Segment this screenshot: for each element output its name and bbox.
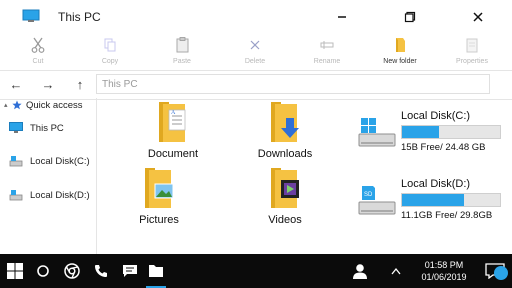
videos-folder-icon (225, 164, 345, 210)
properties-icon (442, 36, 502, 54)
sidebar-item-label: Local Disk(C:) (30, 155, 90, 167)
this-pc-icon (22, 9, 40, 23)
rename-label: Rename (313, 58, 341, 65)
back-button[interactable]: ← (6, 74, 26, 94)
disk-icon (8, 154, 24, 168)
tray-expand-button[interactable] (386, 254, 406, 288)
disk-icon (8, 188, 24, 202)
ribbon-toolbar: Cut Copy Paste Delete Rename New folder (0, 34, 512, 68)
disk-free-text: 11.1GB Free/ 29.8GB (401, 210, 493, 221)
forward-arrow-icon: → (41, 76, 55, 92)
clock[interactable]: 01:58 PM 01/06/2019 (412, 259, 476, 283)
windows-disk-icon (357, 116, 397, 150)
copy-label: Copy (101, 58, 119, 65)
folder-downloads[interactable]: Downloads (225, 98, 345, 160)
expand-arrow-icon: ▴ (4, 102, 8, 109)
message-icon (123, 265, 137, 277)
svg-text:SD: SD (364, 192, 373, 198)
search-circle-button[interactable] (32, 254, 54, 288)
user-button[interactable] (348, 254, 372, 288)
folder-label: Videos (268, 214, 302, 226)
folder-document[interactable]: A Document (113, 98, 233, 160)
x-icon (225, 36, 285, 54)
chrome-button[interactable] (60, 254, 84, 288)
rename-icon (297, 36, 357, 54)
minimize-button[interactable] (330, 6, 354, 28)
disk-usage-bar (401, 125, 501, 139)
up-arrow-icon: ↑ (76, 76, 84, 92)
windows-logo-icon (7, 263, 23, 279)
folder-label: Pictures (139, 214, 179, 226)
folder-videos[interactable]: Videos (225, 164, 345, 226)
folder-icon (149, 265, 163, 277)
circle-icon (37, 265, 49, 277)
quick-access-label: Quick access (26, 99, 83, 111)
delete-label: Delete (244, 58, 266, 65)
new-folder-label: New folder (383, 58, 417, 65)
maximize-button[interactable] (398, 6, 422, 28)
disk-c[interactable]: Local Disk(C:) 15B Free/ 24.48 GB (357, 110, 507, 160)
disk-free-text: 15B Free/ 24.48 GB (401, 142, 486, 153)
folder-label: Downloads (257, 148, 313, 160)
scissors-icon (8, 36, 68, 54)
disk-name: Local Disk(C:) (401, 110, 471, 122)
paste-button[interactable]: Paste (152, 36, 212, 68)
back-arrow-icon: ← (9, 76, 23, 92)
close-button[interactable] (466, 6, 490, 28)
file-explorer-button[interactable] (144, 254, 168, 288)
disk-d[interactable]: SD Local Disk(D:) 11.1GB Free/ 29.8GB (357, 178, 507, 228)
delete-button[interactable]: Delete (225, 36, 285, 68)
disk-name: Local Disk(D:) (401, 178, 471, 190)
downloads-folder-icon (225, 98, 345, 144)
phone-icon (95, 265, 107, 277)
sidebar: ▴ Quick access This PC Local Disk(C:) Lo… (0, 98, 97, 254)
title-bar: This PC (0, 0, 512, 34)
folder-pictures[interactable]: Pictures (99, 164, 219, 226)
rename-button[interactable]: Rename (297, 36, 357, 68)
disk-usage-fill (402, 126, 440, 138)
star-icon (12, 100, 24, 110)
window-title: This PC (58, 10, 101, 24)
notification-badge (494, 266, 508, 280)
copy-button[interactable]: Copy (80, 36, 140, 68)
sidebar-item-local-disk-c[interactable]: Local Disk(C:) (0, 150, 96, 172)
svg-text:A: A (171, 110, 176, 116)
properties-label: Properties (456, 58, 488, 65)
chrome-icon (64, 263, 80, 279)
start-button[interactable] (2, 254, 28, 288)
new-folder-button[interactable]: New folder (370, 36, 430, 68)
folder-label: Document (147, 148, 199, 160)
copy-icon (80, 36, 140, 54)
chevron-up-icon (391, 267, 401, 275)
paste-label: Paste (173, 58, 191, 65)
clipboard-icon (152, 36, 212, 54)
sd-disk-icon: SD (357, 184, 397, 218)
cut-label: Cut (32, 58, 44, 65)
properties-button[interactable]: Properties (442, 36, 502, 68)
monitor-icon (8, 121, 24, 135)
clock-date: 01/06/2019 (421, 272, 467, 282)
disk-usage-bar (401, 193, 501, 207)
messages-button[interactable] (118, 254, 142, 288)
sidebar-item-label: Local Disk(D:) (30, 189, 90, 201)
sidebar-item-this-pc[interactable]: This PC (0, 117, 96, 139)
new-folder-icon (370, 36, 430, 54)
sidebar-item-label: This PC (30, 122, 64, 134)
cut-button[interactable]: Cut (8, 36, 68, 68)
document-folder-icon: A (113, 98, 233, 144)
up-button[interactable]: ↑ (70, 74, 90, 94)
address-bar[interactable]: This PC (96, 74, 490, 94)
forward-button[interactable]: → (38, 74, 58, 94)
phone-button[interactable] (90, 254, 112, 288)
main-content: A Document Downloads Pictures Videos Loc… (97, 98, 512, 254)
disk-usage-fill (402, 194, 464, 206)
clock-time: 01:58 PM (424, 260, 464, 270)
sidebar-item-local-disk-d[interactable]: Local Disk(D:) (0, 184, 96, 206)
user-icon (353, 264, 367, 279)
taskbar: 01:58 PM 01/06/2019 (0, 254, 512, 288)
pictures-folder-icon (99, 164, 219, 210)
sidebar-item-quick-access[interactable]: ▴ Quick access (0, 94, 96, 116)
